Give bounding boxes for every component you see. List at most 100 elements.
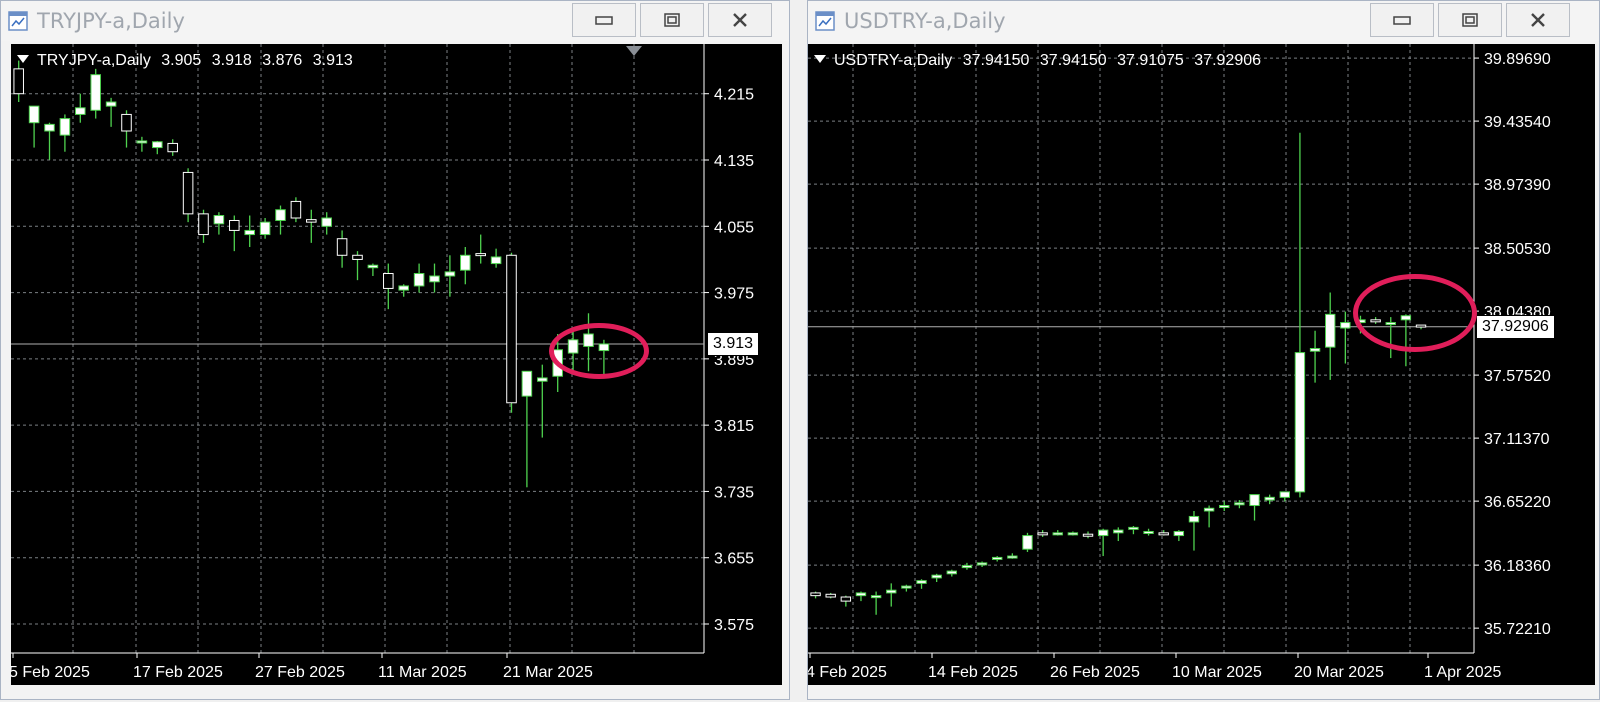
candlestick-chart[interactable]: 39.8969039.4354038.9739038.5053038.04380… [808,44,1595,685]
candle-body [521,370,533,397]
candle-body [367,264,379,269]
candle-body [490,256,502,265]
close-button[interactable] [1506,3,1570,37]
high-value: 37.94150 [1039,52,1107,69]
candle-body [105,101,117,107]
candle-body [1188,515,1200,523]
candle-body [961,565,973,569]
candle-body [275,209,286,221]
price-axis-label: 3.735 [714,484,754,501]
chart-window-icon [8,11,28,31]
price-axis-label: 37.11370 [1484,431,1550,448]
open-value: 37.94150 [962,52,1030,69]
candle-body [1007,555,1018,559]
close-button[interactable] [708,3,772,37]
price-axis-label: 3.655 [714,551,754,568]
time-axis-label: 17 Feb 2025 [133,664,223,681]
candle-body [976,562,988,566]
chart-window-icon [815,11,835,31]
time-axis-label: 27 Feb 2025 [255,664,345,681]
shift-marker-icon [626,46,642,56]
chart-area[interactable]: 4.215 4.135 4.055 3.975 3.895 3.815 3.735 3.655… [11,44,782,685]
candle-body [90,74,101,111]
candle-body [259,221,271,236]
title-bar[interactable]: TRYJPY-a,Daily [1,1,789,41]
current-price-label: 3.913 [707,331,760,356]
chart-window-tryjpy[interactable]: TRYJPY-a,Daily 4.215 4.135 4.055 3.975 3.895… [0,0,790,700]
candle-body [244,229,255,236]
candle-body [855,592,867,597]
candle-body [1325,313,1336,348]
candle-body [213,215,225,225]
price-axis-label: 36.18360 [1484,558,1551,575]
candle-body [840,596,852,602]
minimize-icon [595,16,613,25]
window-title: TRYJPY-a,Daily [37,9,185,33]
candle-body [1340,322,1351,329]
candle-body [167,142,178,153]
candle-body [413,273,425,287]
candle-body [1037,532,1048,536]
candle-body [1279,491,1290,498]
dropdown-triangle-icon[interactable] [814,55,826,63]
candle-body [825,593,836,598]
candle-body [290,200,302,219]
candlestick-chart[interactable]: 4.2154.1354.0553.9753.8953.8153.7353.655… [11,44,782,685]
candle-body [1158,532,1169,536]
highlight-circle [1353,274,1477,352]
candle-body [136,140,148,144]
candle-body [460,254,471,271]
candle-body [475,253,486,257]
candle-body [383,273,394,289]
close-value: 37.92906 [1194,52,1262,69]
candle-body [44,123,55,132]
ohlc-info-line: TRYJPY-a,Daily 3.905 3.918 3.876 3.913 [17,52,359,70]
highlight-circle [549,323,649,379]
candle-body [1143,530,1154,534]
candle-body [398,285,409,291]
price-axis-label: 4.135 [714,153,754,170]
candle-body [1309,348,1321,352]
candle-body [1097,529,1109,537]
candle-body [1067,532,1079,536]
maximize-button[interactable] [640,3,704,37]
title-bar[interactable]: USDTRY-a,Daily [808,1,1599,41]
candle-body [537,377,548,382]
price-axis-label: 39.43540 [1484,114,1551,131]
minimize-button[interactable] [1370,3,1434,37]
chart-area[interactable]: 39.89690 39.43540 38.97390 38.50530 38.04380… [808,44,1595,685]
candle-body [1219,505,1230,509]
candle-body [1113,529,1124,534]
candle-body [1203,507,1215,512]
price-axis-label: 36.65220 [1484,494,1551,511]
candle-body [75,107,86,115]
candle-body [121,113,132,132]
time-axis-label: 5 Feb 2025 [11,664,90,681]
price-axis-label: 35.72210 [1484,621,1551,638]
minimize-button[interactable] [572,3,636,37]
candle-body [182,171,194,215]
chart-window-usdtry[interactable]: USDTRY-a,Daily 39.89690 39.43540 38.97390 3… [807,0,1600,700]
symbol-label: USDTRY-a,Daily [834,52,953,69]
time-axis-label: 21 Mar 2025 [503,664,593,681]
time-axis-label: 14 Feb 2025 [928,664,1018,681]
candle-body [1128,526,1139,530]
maximize-button[interactable] [1438,3,1502,37]
price-axis-label: 38.97390 [1484,177,1551,194]
dropdown-triangle-icon[interactable] [17,55,29,63]
maximize-icon [1462,13,1478,27]
price-axis-label: 38.50530 [1484,241,1551,258]
candle-body [444,271,456,277]
candle-body [198,213,209,236]
candle-body [1249,494,1260,507]
candle-body [946,570,957,575]
minimize-icon [1393,16,1411,25]
maximize-icon [664,13,680,27]
candle-body [429,275,440,283]
time-axis-label: 4 Feb 2025 [808,664,887,681]
price-axis-label: 3.975 [714,286,754,303]
close-value: 3.913 [312,52,353,69]
candle-body [352,254,363,260]
close-icon [1531,13,1545,27]
candle-body [1052,532,1063,536]
